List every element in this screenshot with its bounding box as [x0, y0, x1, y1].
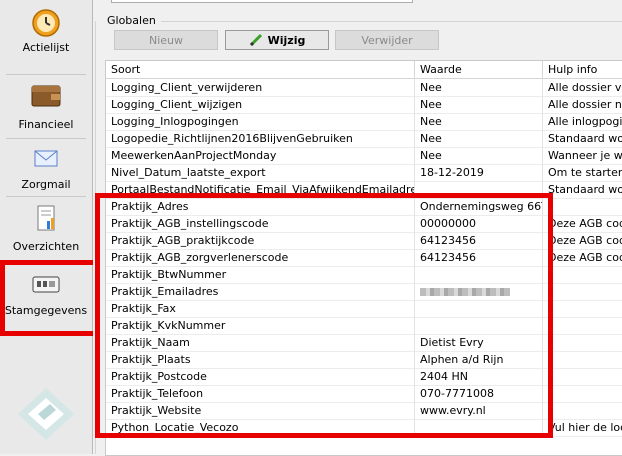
- cell-hulp-info: [543, 368, 622, 385]
- sidebar-highlight-box: [0, 260, 98, 336]
- group-border: [161, 21, 622, 22]
- cell-waarde: Nee: [415, 79, 543, 96]
- sidebar-item-label: Financieel: [18, 118, 74, 131]
- cell-soort: Logging_Client_verwijderen: [106, 79, 415, 96]
- edit-button[interactable]: Wijzig: [225, 30, 329, 50]
- cell-hulp-info: Alle dossier ver: [543, 79, 622, 96]
- cell-soort: Nivel_Datum_laatste_export: [106, 164, 415, 181]
- wallet-icon: [31, 85, 61, 107]
- cell-hulp-info: [543, 385, 622, 402]
- evry-logo-icon: [18, 388, 74, 440]
- sidebar: Actielijst Financieel Zorgmail Overzicht…: [0, 0, 93, 454]
- delete-button[interactable]: Verwijder: [335, 30, 439, 50]
- cell-hulp-info: [543, 198, 622, 215]
- pencil-icon: [249, 33, 262, 47]
- cell-hulp-info: Alle inlogpoging: [543, 113, 622, 130]
- column-header-waarde[interactable]: Waarde: [415, 61, 543, 78]
- table-row[interactable]: MeewerkenAanProjectMonday Nee Wanneer je w…: [106, 147, 622, 165]
- edit-button-label: Wijzig: [267, 33, 306, 47]
- table-highlight-box: [95, 193, 553, 438]
- cell-hulp-info: Deze AGB code: [543, 249, 622, 266]
- sidebar-item-label: Overzichten: [12, 240, 80, 253]
- table-header: Soort Waarde Hulp info: [106, 61, 622, 79]
- cell-waarde: Nee: [415, 96, 543, 113]
- cell-soort: Logopedie_Richtlijnen2016BlijvenGebruike…: [106, 130, 415, 147]
- cell-waarde: Nee: [415, 147, 543, 164]
- group-title: Globalen: [107, 14, 156, 27]
- sidebar-divider: [6, 138, 86, 139]
- cell-hulp-info: Alle dossier naa: [543, 96, 622, 113]
- sidebar-divider: [6, 74, 86, 75]
- cell-hulp-info: [543, 300, 622, 317]
- sidebar-item-financieel[interactable]: Financieel: [0, 80, 92, 131]
- sidebar-item-label: Zorgmail: [21, 178, 71, 191]
- sidebar-item-actielijst[interactable]: Actielijst: [0, 8, 92, 54]
- cell-hulp-info: Deze AGB code: [543, 232, 622, 249]
- cell-soort: MeewerkenAanProjectMonday: [106, 147, 415, 164]
- table-row[interactable]: Nivel_Datum_laatste_export 18-12-2019 Om t…: [106, 164, 622, 182]
- cell-hulp-info: [543, 317, 622, 334]
- cell-waarde: Nee: [415, 130, 543, 147]
- table-row[interactable]: Logging_Client_wijzigen Nee Alle dossier n…: [106, 96, 622, 114]
- table-row[interactable]: Logging_Client_verwijderen Nee Alle dossie…: [106, 79, 622, 97]
- sidebar-item-label: Actielijst: [22, 41, 70, 54]
- mail-icon: [34, 150, 58, 167]
- cell-hulp-info: Vul hier de loca: [543, 419, 622, 436]
- cell-waarde: Nee: [415, 113, 543, 130]
- sidebar-item-zorgmail[interactable]: Zorgmail: [0, 144, 92, 191]
- cell-hulp-info: Deze AGB code: [543, 215, 622, 232]
- sidebar-item-overzichten[interactable]: Overzichten: [0, 204, 92, 253]
- cell-hulp-info: [543, 266, 622, 283]
- top-field[interactable]: [111, 0, 413, 3]
- column-header-soort[interactable]: Soort: [106, 61, 415, 78]
- cell-hulp-info: [543, 283, 622, 300]
- table-row[interactable]: Logopedie_Richtlijnen2016BlijvenGebruike…: [106, 130, 622, 148]
- cell-waarde: 18-12-2019: [415, 164, 543, 181]
- clock-icon: [32, 9, 60, 37]
- cell-hulp-info: Standaard word: [543, 181, 622, 198]
- cell-soort: Logging_Client_wijzigen: [106, 96, 415, 113]
- cell-soort: Logging_Inlogpogingen: [106, 113, 415, 130]
- cell-hulp-info: Om te starten m: [543, 164, 622, 181]
- column-header-hulp-info[interactable]: Hulp info: [543, 61, 622, 78]
- new-button[interactable]: Nieuw: [114, 30, 218, 50]
- sidebar-divider: [6, 196, 86, 197]
- cell-hulp-info: Wanneer je wil: [543, 147, 622, 164]
- table-row[interactable]: Logging_InlogpogingenNeeAlle inlogpoging: [106, 113, 622, 131]
- report-icon: [37, 205, 55, 231]
- cell-hulp-info: [543, 351, 622, 368]
- cell-hulp-info: [543, 334, 622, 351]
- cell-hulp-info: Standaard word: [543, 130, 622, 147]
- cell-hulp-info: [543, 402, 622, 419]
